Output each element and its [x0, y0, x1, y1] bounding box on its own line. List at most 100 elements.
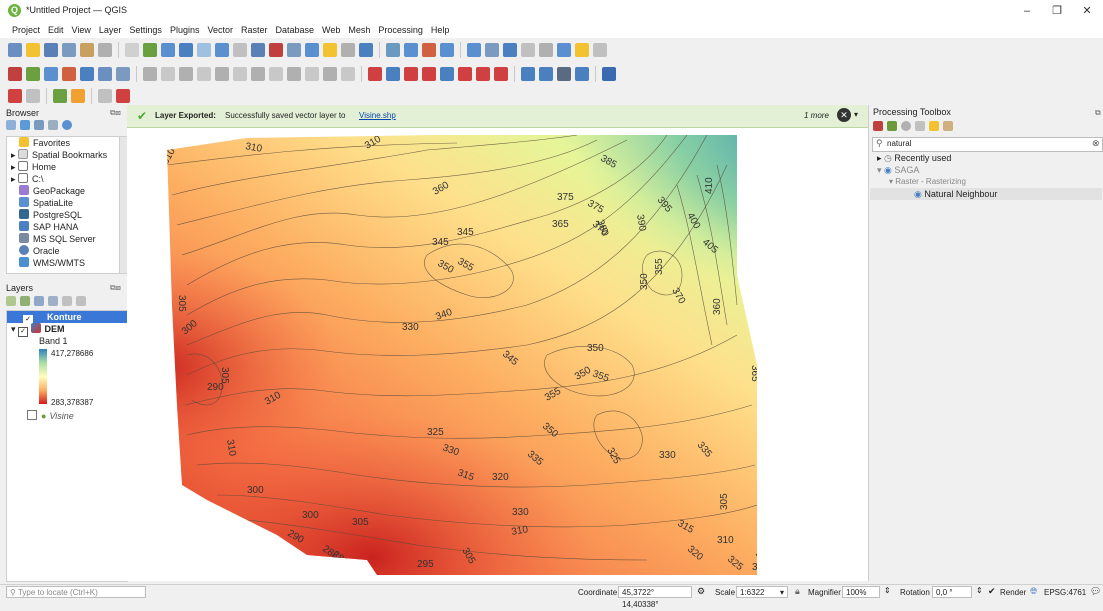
scale-field[interactable]: 1:6322 ▾ — [736, 586, 788, 598]
collapse-all-icon[interactable] — [76, 296, 86, 306]
toolbar-tool-icon[interactable] — [269, 67, 283, 81]
toolbar-tool-icon[interactable] — [116, 89, 130, 103]
info-icon[interactable] — [62, 120, 72, 130]
toolbar-tool-icon[interactable] — [71, 89, 85, 103]
scripts-icon[interactable] — [887, 121, 897, 131]
collapse-icon[interactable] — [48, 120, 58, 130]
toolbar-tool-icon[interactable] — [422, 43, 436, 57]
toolbar-tool-icon[interactable] — [476, 67, 490, 81]
models-icon[interactable] — [873, 121, 883, 131]
menu-layer[interactable]: Layer — [95, 22, 126, 38]
toolbar-tool-icon[interactable] — [44, 43, 58, 57]
toolbar-tool-icon[interactable] — [593, 43, 607, 57]
map-canvas[interactable]: 310 310 310 305 300 290 305 310 310 300 290 285 300 3… — [127, 105, 868, 581]
toolbar-tool-icon[interactable] — [251, 67, 265, 81]
toolbar-tool-icon[interactable] — [359, 43, 373, 57]
toolbar-tool-icon[interactable] — [458, 67, 472, 81]
results-icon[interactable] — [915, 121, 925, 131]
toolbar-tool-icon[interactable] — [404, 43, 418, 57]
toolbar-tool-icon[interactable] — [269, 43, 283, 57]
expand-icon[interactable] — [62, 296, 72, 306]
magnifier-field[interactable]: 100% — [842, 586, 880, 598]
toolbar-tool-icon[interactable] — [233, 67, 247, 81]
menu-plugins[interactable]: Plugins — [166, 22, 204, 38]
toolbar-tool-icon[interactable] — [323, 67, 337, 81]
browser-item-geopackage[interactable]: GeoPackage — [7, 185, 120, 197]
edit-features-icon[interactable] — [929, 121, 939, 131]
toolbar-tool-icon[interactable] — [539, 43, 553, 57]
toolbar-tool-icon[interactable] — [287, 43, 301, 57]
add-selected-icon[interactable] — [6, 120, 16, 130]
toolbar-tool-icon[interactable] — [386, 67, 400, 81]
options-icon[interactable] — [943, 121, 953, 131]
toolbar-tool-icon[interactable] — [98, 67, 112, 81]
browser-item-wms[interactable]: WMS/WMTS — [7, 257, 120, 269]
toolbar-tool-icon[interactable] — [305, 67, 319, 81]
manage-map-icon[interactable] — [34, 296, 44, 306]
refresh-icon[interactable] — [20, 120, 30, 130]
toolbar-tool-icon[interactable] — [539, 67, 553, 81]
toolbar-tool-icon[interactable] — [557, 67, 571, 81]
render-checkbox[interactable]: ✔ — [988, 586, 996, 597]
close-message-icon[interactable]: ✕ — [837, 108, 851, 122]
toolbar-tool-icon[interactable] — [467, 43, 481, 57]
toolbar-tool-icon[interactable] — [44, 67, 58, 81]
browser-item-c-drive[interactable]: ▸ C:\ — [7, 173, 120, 185]
menu-project[interactable]: Project — [8, 22, 44, 38]
toolbar-tool-icon[interactable] — [26, 67, 40, 81]
toolbar-tool-icon[interactable] — [80, 67, 94, 81]
toolbar-tool-icon[interactable] — [287, 67, 301, 81]
add-group-icon[interactable] — [20, 296, 30, 306]
dem-checkbox[interactable]: ✓ — [18, 327, 29, 337]
toolbar-tool-icon[interactable] — [125, 43, 139, 57]
coordinate-field[interactable]: 45,3722° 14,40338° — [618, 586, 692, 609]
toolbar-tool-icon[interactable] — [8, 89, 22, 103]
toolbar-tool-icon[interactable] — [485, 43, 499, 57]
filter-legend-icon[interactable] — [48, 296, 58, 306]
toolbar-tool-icon[interactable] — [422, 67, 436, 81]
menu-processing[interactable]: Processing — [374, 22, 427, 38]
menu-edit[interactable]: Edit — [44, 22, 68, 38]
toolbar-tool-icon[interactable] — [404, 67, 418, 81]
maximize-button[interactable]: ❐ — [1043, 2, 1071, 20]
toolbar-tool-icon[interactable] — [215, 43, 229, 57]
layer-visine[interactable]: ● Visine — [27, 410, 74, 422]
toolbar-tool-icon[interactable] — [116, 67, 130, 81]
toggle-extents-icon[interactable]: ⚙ — [697, 586, 705, 597]
toolbar-tool-icon[interactable] — [341, 67, 355, 81]
browser-item-postgresql[interactable]: PostgreSQL — [7, 209, 120, 221]
toolbar-tool-icon[interactable] — [161, 43, 175, 57]
crs-label[interactable]: EPSG:4761 — [1044, 588, 1086, 597]
natural-neighbour-algorithm[interactable]: ◉ Natural Neighbour — [870, 188, 1102, 200]
toolbar-tool-icon[interactable] — [8, 43, 22, 57]
toolbar-tool-icon[interactable] — [62, 67, 76, 81]
menu-database[interactable]: Database — [272, 22, 319, 38]
toolbar-tool-icon[interactable] — [440, 43, 454, 57]
layer-konture[interactable]: ✓ Konture — [7, 311, 127, 325]
browser-item-spatialite[interactable]: SpatiaLite — [7, 197, 120, 209]
toolbar-tool-icon[interactable] — [179, 43, 193, 57]
browser-item-oracle[interactable]: Oracle — [7, 245, 120, 257]
toolbar-tool-icon[interactable] — [98, 43, 112, 57]
browser-item-bookmarks[interactable]: ▸ Spatial Bookmarks — [7, 149, 120, 161]
toolbar-tool-icon[interactable] — [26, 43, 40, 57]
locator-input[interactable]: ⚲ Type to locate (Ctrl+K) — [6, 586, 146, 598]
toolbar-tool-icon[interactable] — [386, 43, 400, 57]
toolbar-tool-icon[interactable] — [575, 43, 589, 57]
filter-icon[interactable] — [34, 120, 44, 130]
toolbar-tool-icon[interactable] — [98, 89, 112, 103]
toolbar-tool-icon[interactable] — [368, 67, 382, 81]
layers-dock-icons[interactable]: ⧉⊠ — [110, 283, 121, 293]
more-messages-label[interactable]: 1 more — [804, 111, 829, 120]
history-icon[interactable] — [901, 121, 911, 131]
toolbar-tool-icon[interactable] — [143, 67, 157, 81]
toolbar-tool-icon[interactable] — [494, 67, 508, 81]
processing-search-input[interactable]: ⚲ natural ⊗ — [872, 137, 1103, 152]
browser-dock-icons[interactable]: ⧉⊠ — [110, 108, 121, 118]
toolbar-tool-icon[interactable] — [440, 67, 454, 81]
toolbar-tool-icon[interactable] — [521, 67, 535, 81]
toolbar-tool-icon[interactable] — [233, 43, 247, 57]
style-icon[interactable] — [6, 296, 16, 306]
toolbar-tool-icon[interactable] — [215, 67, 229, 81]
toolbar-tool-icon[interactable] — [8, 67, 22, 81]
